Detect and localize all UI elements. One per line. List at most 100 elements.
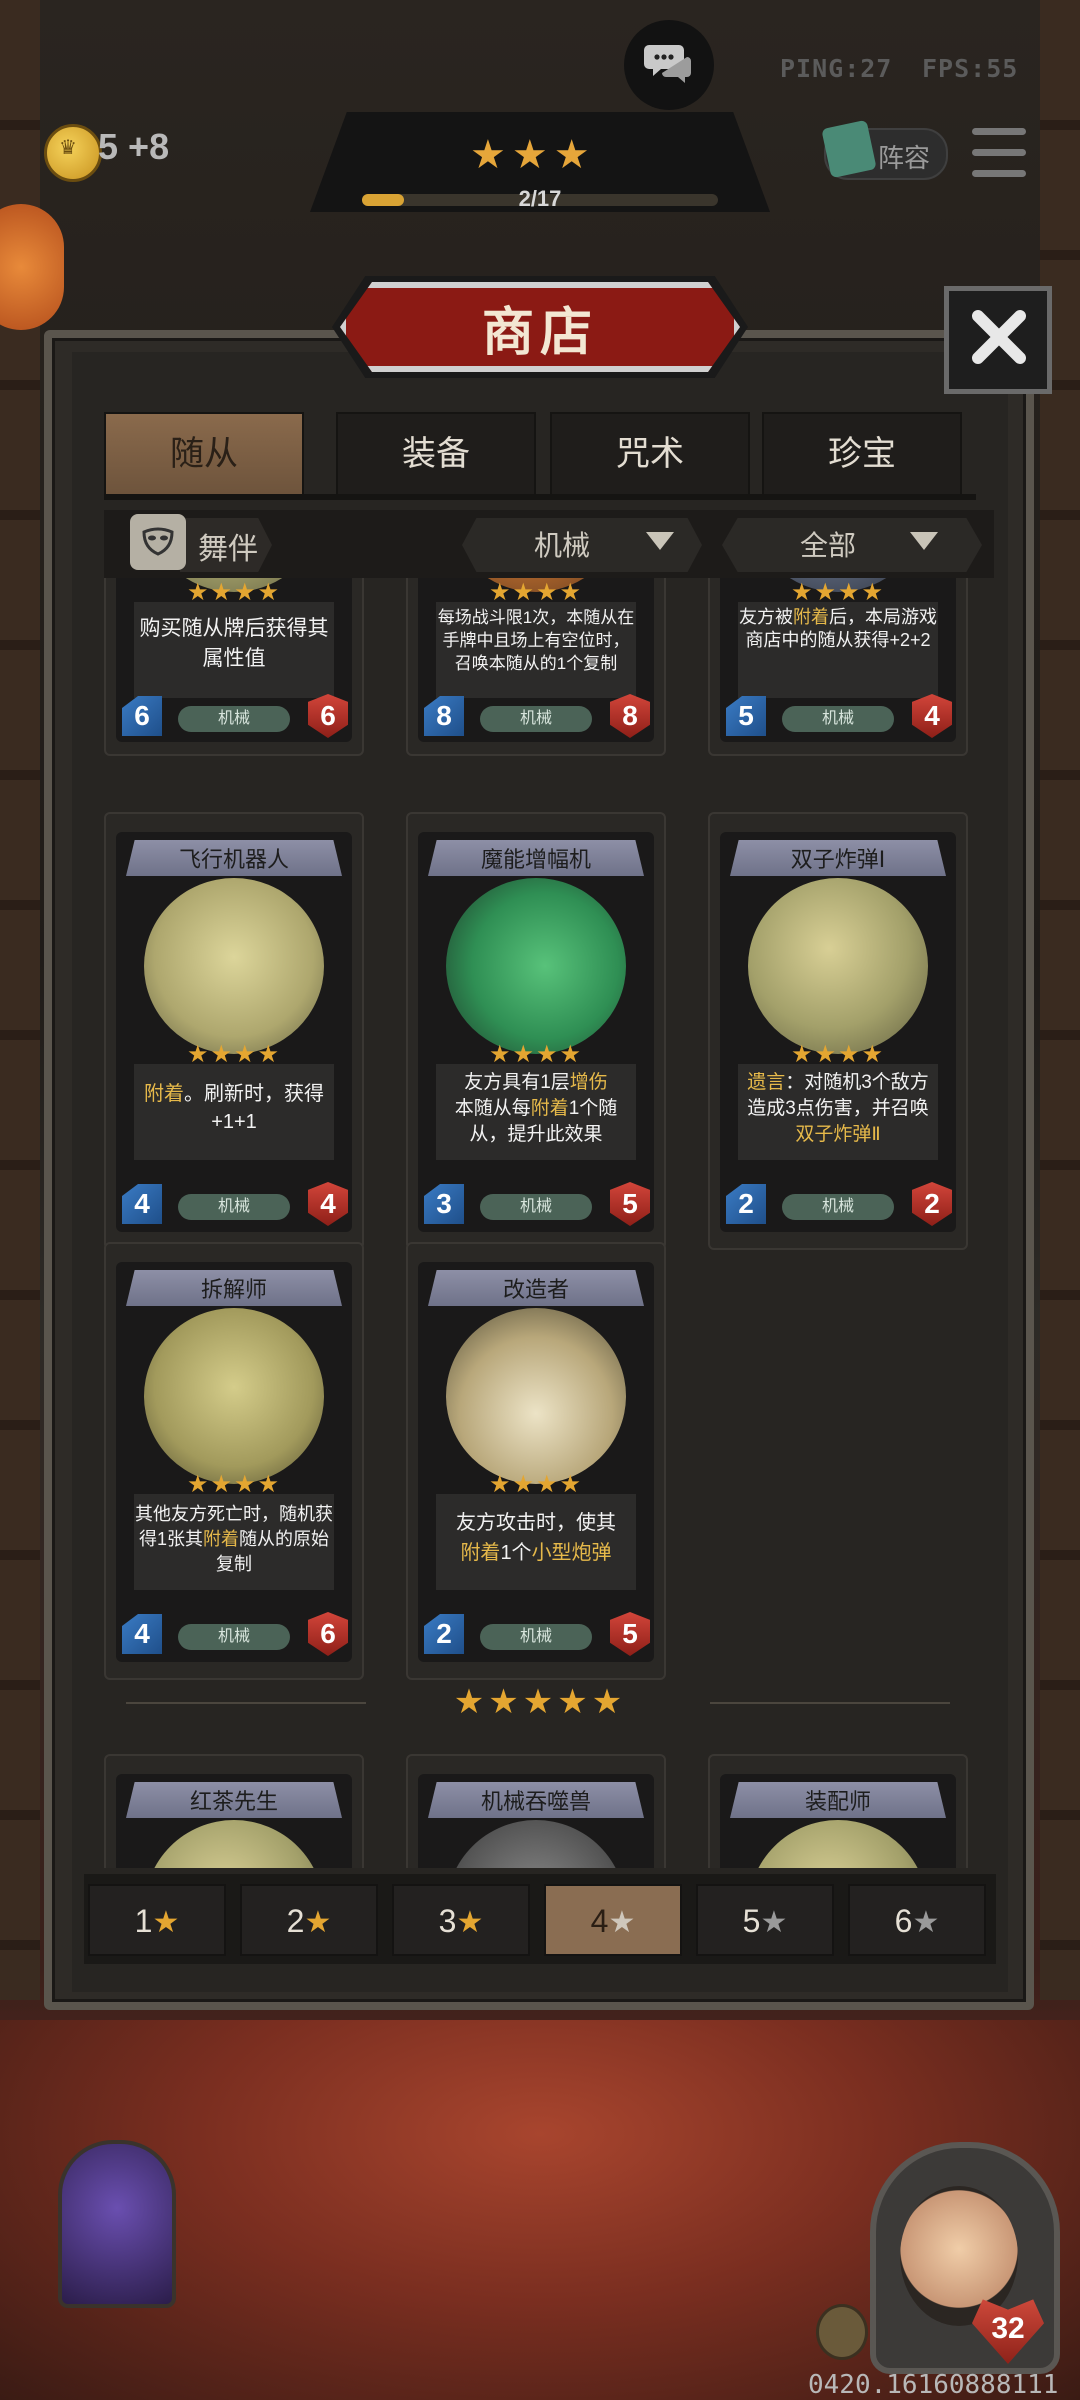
- card-description: 友方被附着后，本局游戏商店中的随从获得+2+2: [739, 607, 937, 650]
- card-tribe: 机械: [480, 1194, 592, 1220]
- hero-power-portrait[interactable]: [58, 2140, 176, 2308]
- divider-line: [710, 1702, 950, 1704]
- attack-value: 5: [738, 700, 754, 731]
- card-artwork: [144, 1308, 324, 1484]
- card-tribe: 机械: [480, 706, 592, 732]
- minion-card[interactable]: ★★★★ 每场战斗限1次，本随从在手牌中且场上有空位时，召唤本随从的1个复制 机…: [418, 578, 654, 742]
- card-artwork: [144, 1820, 324, 1868]
- tier-4-button[interactable]: 4★: [544, 1884, 682, 1956]
- mask-glyph: [142, 527, 174, 556]
- card-description: 每场战斗限1次，本随从在手牌中且场上有空位时，召唤本随从的1个复制: [437, 608, 635, 673]
- bell-icon[interactable]: [816, 2304, 868, 2360]
- tab-treasures[interactable]: 珍宝: [762, 412, 962, 496]
- minion-card[interactable]: 装配师: [720, 1774, 956, 1868]
- menu-icon[interactable]: [972, 128, 1026, 178]
- minion-card[interactable]: 飞行机器人 ★★★★ 附着。刷新时，获得+1+1 机械 4 4: [116, 832, 352, 1232]
- card-list[interactable]: ★★★★ 购买随从牌后获得其属性值 机械 6 6 ★★★★ 每场战斗限1次，本随…: [104, 578, 974, 1868]
- health-value: 2: [924, 1188, 940, 1219]
- scope-dropdown-value: 全部: [800, 530, 857, 561]
- star-icon: ★: [456, 1906, 484, 1939]
- shop-title: 商店: [481, 304, 598, 362]
- chevron-down-icon: [910, 532, 938, 550]
- tab-divider: [104, 494, 976, 500]
- card-artwork: [446, 878, 626, 1054]
- health-value: 8: [622, 700, 638, 731]
- star-icon: ★: [304, 1906, 332, 1939]
- gold-amount: 5: [98, 126, 119, 167]
- card-deck-icon: [821, 119, 877, 179]
- card-tribe: 机械: [178, 1624, 290, 1650]
- card-name: 机械吞噬兽: [480, 1789, 591, 1814]
- minion-card[interactable]: 魔能增幅机 ★★★★ 友方具有1层增伤 本随从每附着1个随从，提升此效果 机械 3…: [418, 832, 654, 1232]
- tier-1-button[interactable]: 1★: [88, 1884, 226, 1956]
- card-name: 双子炸弹Ⅰ: [790, 847, 886, 872]
- health-value: 6: [320, 700, 336, 731]
- card-name: 拆解师: [200, 1277, 267, 1302]
- tab-spells[interactable]: 咒术: [550, 412, 750, 496]
- star-icon: ★: [152, 1906, 180, 1939]
- ping-readout: PING:27: [780, 54, 893, 83]
- minion-card[interactable]: 改造者 ★★★★ 友方攻击时，使其 附着1个小型炮弹 机械 2 5: [418, 1262, 654, 1662]
- star-icon: ★: [760, 1906, 788, 1939]
- tier-5-button[interactable]: 5★: [696, 1884, 834, 1956]
- minion-card[interactable]: 双子炸弹Ⅰ ★★★★ 遗言：对随机3个敌方造成3点伤害，并召唤双子炸弹Ⅱ 机械 …: [720, 832, 956, 1232]
- card-name: 红茶先生: [189, 1789, 278, 1814]
- tribe-dropdown-value: 机械: [534, 530, 591, 561]
- tab-minions[interactable]: 随从: [104, 412, 304, 496]
- star-icon: ★: [608, 1906, 636, 1939]
- card-artwork: [748, 1820, 928, 1868]
- card-description: 友方具有1层增伤 本随从每附着1个随从，提升此效果: [454, 1072, 618, 1145]
- chest-icon[interactable]: [0, 204, 64, 330]
- lineup-label: 阵容: [878, 143, 931, 173]
- fps-readout: FPS:55: [922, 54, 1019, 83]
- chevron-down-icon: [646, 532, 674, 550]
- chat-icon: [644, 45, 691, 83]
- minion-card[interactable]: ★★★★ 友方被附着后，本局游戏商店中的随从获得+2+2 机械 5 4: [720, 578, 956, 742]
- filter-tag-label: 舞伴: [198, 533, 258, 566]
- card-tribe: 机械: [480, 1624, 592, 1650]
- divider-line: [126, 1702, 366, 1704]
- card-artwork: [144, 878, 324, 1054]
- card-tribe: 机械: [782, 1194, 894, 1220]
- card-description: 购买随从牌后获得其属性值: [139, 617, 329, 670]
- card-description: 其他友方死亡时，随机获得1张其附着随从的原始复制: [135, 1504, 333, 1574]
- card-artwork: [748, 878, 928, 1054]
- attack-value: 4: [134, 1188, 150, 1219]
- tavern-tier-stars: ★★★: [470, 133, 596, 177]
- card-tribe: 机械: [782, 706, 894, 732]
- tier-2-button[interactable]: 2★: [240, 1884, 378, 1956]
- card-description: 附着。刷新时，获得+1+1: [144, 1083, 324, 1133]
- gold-counter: 5 +8: [98, 126, 169, 168]
- minion-card[interactable]: 红茶先生: [116, 1774, 352, 1868]
- tier-3-button[interactable]: 3★: [392, 1884, 530, 1956]
- card-description: 友方攻击时，使其 附着1个小型炮弹: [456, 1512, 616, 1564]
- card-name: 飞行机器人: [178, 847, 289, 872]
- gold-income: +8: [128, 126, 170, 167]
- tier-6-button[interactable]: 6★: [848, 1884, 986, 1956]
- health-value: 4: [320, 1188, 336, 1219]
- health-value: 4: [924, 700, 940, 731]
- card-name: 装配师: [804, 1789, 871, 1814]
- star-icon: ★: [912, 1906, 940, 1939]
- minion-card[interactable]: 机械吞噬兽: [418, 1774, 654, 1868]
- close-icon: [972, 310, 1026, 364]
- minion-card[interactable]: 拆解师 ★★★★ 其他友方死亡时，随机获得1张其附着随从的原始复制 机械 4 6: [116, 1262, 352, 1662]
- card-name: 改造者: [502, 1277, 569, 1302]
- card-name: 魔能增幅机: [480, 847, 591, 872]
- minion-card[interactable]: ★★★★ 购买随从牌后获得其属性值 机械 6 6: [116, 578, 352, 742]
- card-artwork: [446, 1820, 626, 1868]
- tier-section-stars: ★★★★★: [453, 1683, 627, 1721]
- tab-equipment[interactable]: 装备: [336, 412, 536, 496]
- health-value: 6: [320, 1618, 336, 1649]
- hero-health: 32: [991, 2312, 1025, 2345]
- upgrade-progress-fill: [362, 194, 404, 206]
- attack-value: 6: [134, 700, 150, 731]
- attack-value: 2: [738, 1188, 754, 1219]
- attack-value: 4: [134, 1618, 150, 1649]
- health-value: 5: [622, 1618, 638, 1649]
- upgrade-progress-text: 2/17: [518, 186, 562, 211]
- card-description: 遗言：对随机3个敌方造成3点伤害，并召唤双子炸弹Ⅱ: [747, 1072, 929, 1145]
- card-artwork: [446, 1308, 626, 1484]
- card-tribe: 机械: [178, 1194, 290, 1220]
- hero-avatar: [900, 2186, 1018, 2326]
